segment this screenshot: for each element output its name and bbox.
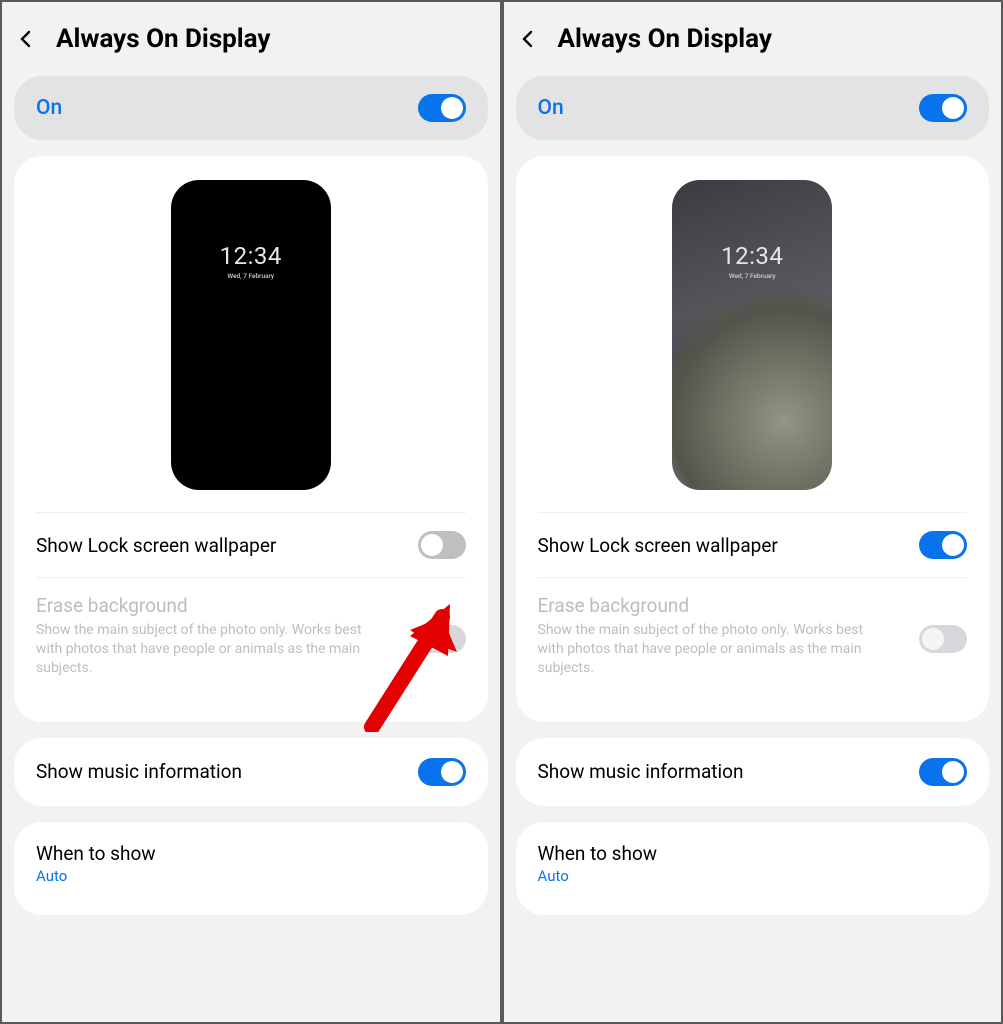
- show-wallpaper-toggle[interactable]: [919, 531, 967, 559]
- header: Always On Display: [504, 2, 1002, 76]
- erase-background-desc: Show the main subject of the photo only.…: [36, 621, 366, 678]
- aod-preview[interactable]: 12:34 Wed, 7 February: [171, 180, 331, 490]
- master-toggle[interactable]: [418, 94, 466, 122]
- when-to-show-card: When to show Auto: [516, 822, 990, 915]
- show-wallpaper-row[interactable]: Show Lock screen wallpaper: [14, 513, 488, 577]
- page-title: Always On Display: [56, 24, 271, 54]
- preview-time: 12:34: [220, 242, 282, 270]
- preview-date: Wed, 7 February: [729, 272, 776, 280]
- erase-background-toggle: [418, 625, 466, 653]
- master-toggle[interactable]: [919, 94, 967, 122]
- when-to-show-label: When to show: [538, 842, 968, 865]
- show-wallpaper-label: Show Lock screen wallpaper: [538, 534, 778, 557]
- preview-time: 12:34: [721, 242, 783, 270]
- music-info-label: Show music information: [36, 760, 242, 783]
- when-to-show-row[interactable]: When to show Auto: [14, 822, 488, 915]
- music-info-row[interactable]: Show music information: [14, 738, 488, 806]
- music-info-row[interactable]: Show music information: [516, 738, 990, 806]
- page-title: Always On Display: [558, 24, 773, 54]
- aod-preview[interactable]: 12:34 Wed, 7 February: [672, 180, 832, 490]
- show-wallpaper-label: Show Lock screen wallpaper: [36, 534, 276, 557]
- erase-background-desc: Show the main subject of the photo only.…: [538, 621, 868, 678]
- master-toggle-label: On: [36, 96, 62, 120]
- when-to-show-card: When to show Auto: [14, 822, 488, 915]
- preview-card: 12:34 Wed, 7 February Show Lock screen w…: [14, 156, 488, 722]
- music-card: Show music information: [14, 738, 488, 806]
- erase-background-row: Erase background Show the main subject o…: [14, 578, 488, 722]
- preview-date: Wed, 7 February: [227, 272, 274, 280]
- erase-background-row: Erase background Show the main subject o…: [516, 578, 990, 722]
- master-toggle-row[interactable]: On: [516, 76, 990, 140]
- header: Always On Display: [2, 2, 500, 76]
- music-info-toggle[interactable]: [919, 758, 967, 786]
- preview-card: 12:34 Wed, 7 February Show Lock screen w…: [516, 156, 990, 722]
- when-to-show-label: When to show: [36, 842, 466, 865]
- back-icon[interactable]: [14, 27, 38, 51]
- back-icon[interactable]: [516, 27, 540, 51]
- when-to-show-value: Auto: [538, 867, 968, 885]
- erase-background-label: Erase background: [36, 594, 366, 617]
- when-to-show-row[interactable]: When to show Auto: [516, 822, 990, 915]
- music-info-toggle[interactable]: [418, 758, 466, 786]
- settings-pane-right: Always On Display On 12:34 Wed, 7 Februa…: [502, 0, 1003, 1024]
- music-info-label: Show music information: [538, 760, 744, 783]
- music-card: Show music information: [516, 738, 990, 806]
- show-wallpaper-row[interactable]: Show Lock screen wallpaper: [516, 513, 990, 577]
- erase-background-label: Erase background: [538, 594, 868, 617]
- show-wallpaper-toggle[interactable]: [418, 531, 466, 559]
- master-toggle-label: On: [538, 96, 564, 120]
- settings-pane-left: Always On Display On 12:34 Wed, 7 Februa…: [0, 0, 502, 1024]
- when-to-show-value: Auto: [36, 867, 466, 885]
- erase-background-toggle: [919, 625, 967, 653]
- master-toggle-row[interactable]: On: [14, 76, 488, 140]
